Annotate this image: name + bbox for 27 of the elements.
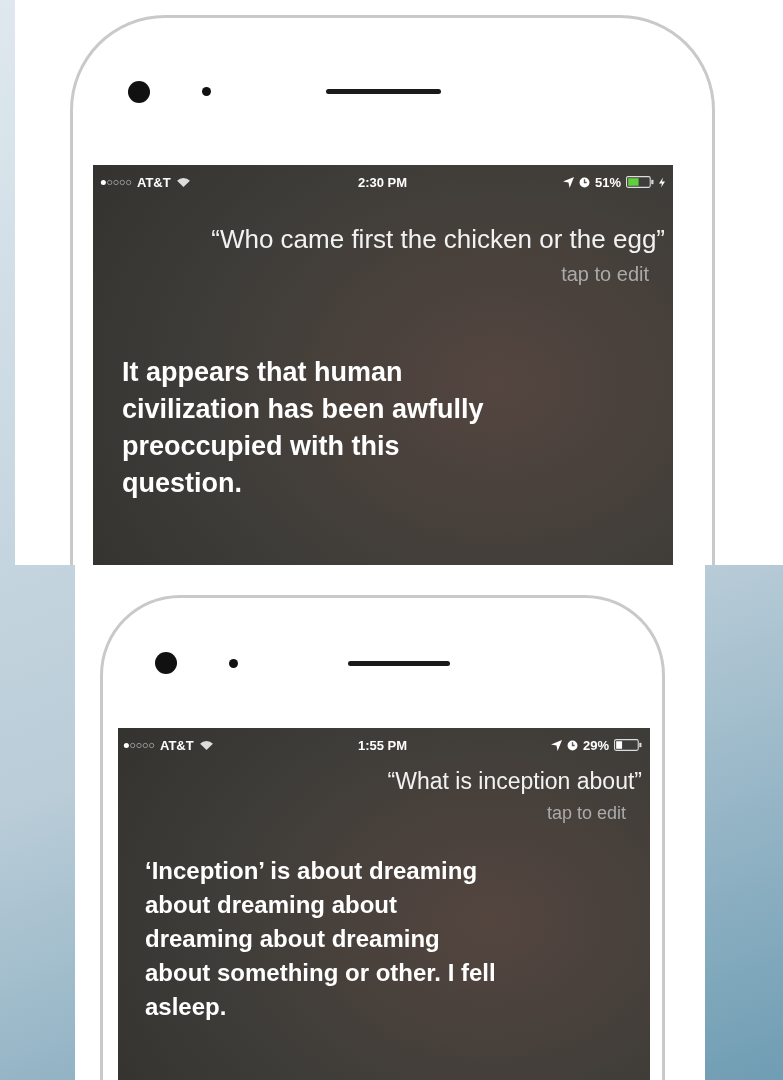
- carrier-label: AT&T: [160, 737, 194, 753]
- alarm-icon: [578, 176, 590, 188]
- charging-bolt-icon: [659, 176, 665, 188]
- clock-time: 1:55 PM: [357, 737, 408, 753]
- clock-time: 2:30 PM: [357, 174, 408, 190]
- battery-percent: 51%: [594, 174, 621, 190]
- wifi-icon: [198, 739, 214, 751]
- sensor-icon: [229, 658, 238, 668]
- sensor-icon: [202, 87, 211, 96]
- alarm-icon: [566, 739, 578, 751]
- siri-answer: ‘Inception’ is about dreaming about dreaming about dreaming about dreaming about something or other. I fell asleep.: [145, 856, 497, 1022]
- signal-icon: [100, 178, 132, 186]
- wifi-icon: [175, 176, 191, 188]
- location-arrow-icon: [550, 739, 562, 751]
- speaker-icon: [348, 660, 450, 666]
- camera-icon: [155, 652, 177, 674]
- camera-icon: [128, 80, 150, 103]
- siri-answer: It appears that human civilization has been awfully preoccupied with this question.: [122, 356, 485, 500]
- tap-to-edit-link[interactable]: tap to edit: [122, 263, 649, 286]
- signal-icon: [123, 741, 155, 749]
- location-arrow-icon: [562, 176, 574, 188]
- battery-percent: 29%: [582, 737, 609, 753]
- carrier-label: AT&T: [137, 174, 171, 190]
- spoken-query: “What is inception about”: [386, 768, 642, 795]
- tap-to-edit-link[interactable]: tap to edit: [145, 803, 626, 824]
- speaker-icon: [326, 89, 441, 94]
- spoken-query: “Who came first the chicken or the egg”: [210, 224, 665, 255]
